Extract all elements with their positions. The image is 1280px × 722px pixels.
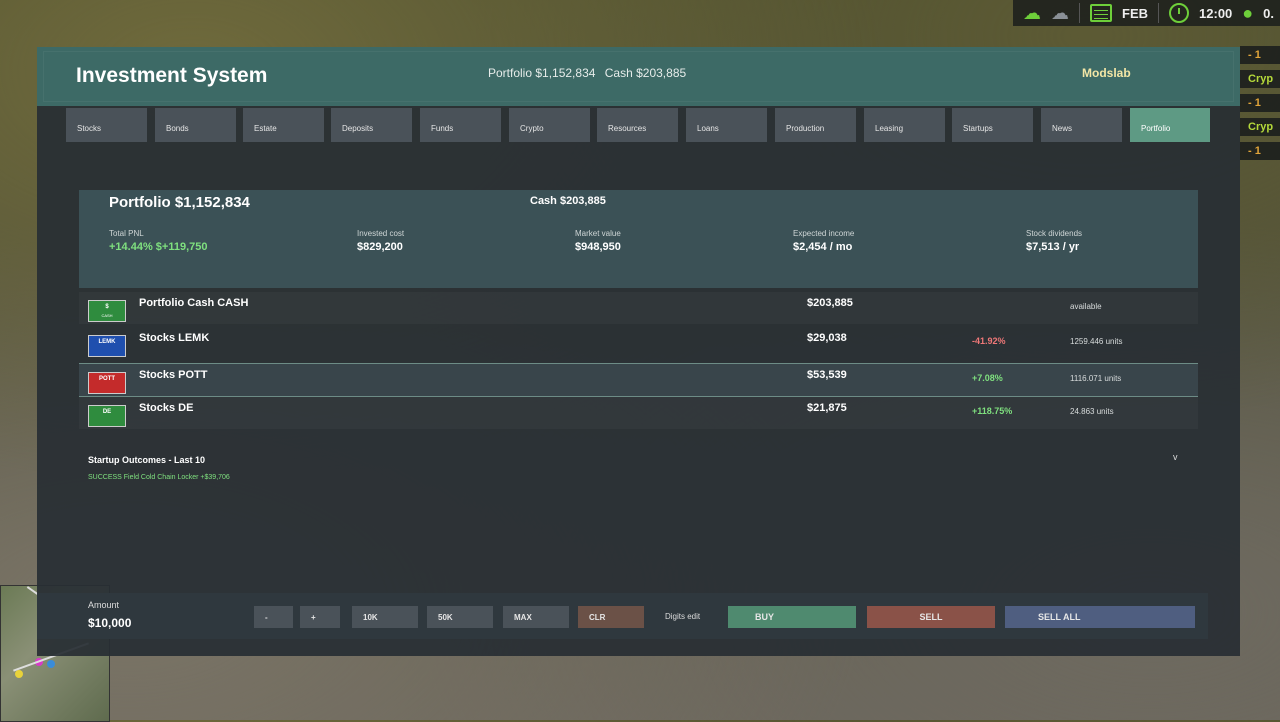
holding-name: Stocks DE bbox=[139, 402, 194, 414]
tab-crypto[interactable]: Crypto bbox=[509, 108, 590, 142]
metric-value: $948,950 bbox=[575, 241, 621, 253]
holding-row[interactable]: LEMK Stocks LEMK $29,038 -41.92% 1259.44… bbox=[79, 327, 1198, 359]
sell-all-button[interactable]: SELL ALL bbox=[1005, 606, 1195, 628]
holding-row[interactable]: $ CASH Portfolio Cash CASH $203,885 avail… bbox=[79, 292, 1198, 324]
metric-label: Expected income bbox=[793, 229, 855, 238]
holding-name: Stocks POTT bbox=[139, 369, 208, 381]
holding-value: $203,885 bbox=[807, 297, 853, 309]
chevron-down-icon[interactable]: v bbox=[1173, 452, 1178, 462]
side-note: Cryp bbox=[1240, 118, 1280, 136]
tab-loans[interactable]: Loans bbox=[686, 108, 767, 142]
metric-total-pnl: Total PNL +14.44% $+119,750 bbox=[109, 229, 207, 253]
buy-button[interactable]: BUY bbox=[728, 606, 856, 628]
holding-change: +7.08% bbox=[972, 373, 1003, 383]
holding-units: 1259.446 units bbox=[1070, 337, 1123, 346]
tab-startups[interactable]: Startups bbox=[952, 108, 1033, 142]
title-bar: Investment System Portfolio $1,152,834 C… bbox=[37, 47, 1240, 106]
digits-edit-label[interactable]: Digits edit bbox=[665, 612, 700, 621]
lemk-logo-icon: LEMK bbox=[88, 335, 126, 357]
metric-value: $7,513 / yr bbox=[1026, 241, 1080, 253]
brand-label: Modslab bbox=[1082, 66, 1131, 80]
metric-expected-income: Expected income $2,454 / mo bbox=[793, 229, 854, 253]
minimap-marker-icon bbox=[35, 658, 43, 666]
metric-value: $829,200 bbox=[357, 241, 403, 253]
tab-bonds[interactable]: Bonds bbox=[155, 108, 236, 142]
summary-title: Portfolio $1,152,834 bbox=[109, 194, 250, 211]
weather-forecast-icon: ☁ bbox=[1051, 3, 1070, 23]
metric-market-value: Market value $948,950 bbox=[575, 229, 621, 253]
side-note: - 1 bbox=[1240, 46, 1280, 64]
metric-label: Total PNL bbox=[109, 229, 144, 238]
holding-value: $29,038 bbox=[807, 332, 847, 344]
holding-name: Stocks LEMK bbox=[139, 332, 210, 344]
summary-cash: Cash $203,885 bbox=[530, 195, 606, 207]
de-logo-icon: DE bbox=[88, 405, 126, 427]
holding-value: $53,539 bbox=[807, 369, 847, 381]
tab-stocks[interactable]: Stocks bbox=[66, 108, 147, 142]
metric-value: +14.44% $+119,750 bbox=[109, 241, 208, 253]
speed-icon: ● bbox=[1242, 3, 1254, 23]
side-notifications: - 1 Cryp - 1 Cryp - 1 bbox=[1240, 40, 1280, 166]
side-note: - 1 bbox=[1240, 142, 1280, 160]
startup-outcome-item: SUCCESS Field Cold Chain Locker +$39,706 bbox=[88, 474, 230, 481]
portfolio-summary: Portfolio $1,152,834 Cash $203,885 Total… bbox=[79, 190, 1198, 288]
holding-units: available bbox=[1070, 302, 1102, 311]
hud-bar: ☁ ☁ FEB 12:00 ● 0. bbox=[1013, 0, 1280, 26]
tab-funds[interactable]: Funds bbox=[420, 108, 501, 142]
holding-row-selected[interactable]: POTT Stocks POTT $53,539 +7.08% 1116.071… bbox=[79, 363, 1198, 397]
tab-deposits[interactable]: Deposits bbox=[331, 108, 412, 142]
holding-units: 1116.071 units bbox=[1070, 374, 1122, 383]
startup-outcomes-title: Startup Outcomes - Last 10 bbox=[88, 455, 206, 465]
minimap-marker-icon bbox=[15, 670, 23, 678]
title-cash-value: Cash $203,885 bbox=[604, 66, 687, 80]
amount-label: Amount bbox=[88, 600, 120, 610]
holding-change: -41.92% bbox=[972, 336, 1006, 346]
clear-button[interactable]: CLR bbox=[578, 606, 644, 628]
metric-stock-dividends: Stock dividends $7,513 / yr bbox=[1026, 229, 1082, 253]
tab-production[interactable]: Production bbox=[775, 108, 856, 142]
tab-leasing[interactable]: Leasing bbox=[864, 108, 945, 142]
metric-label: Stock dividends bbox=[1026, 229, 1083, 238]
holding-units: 24.863 units bbox=[1070, 407, 1114, 416]
hud-time: 12:00 bbox=[1199, 5, 1233, 21]
cloud-icon: ☁ bbox=[1023, 3, 1042, 23]
sell-button[interactable]: SELL bbox=[867, 606, 995, 628]
metric-label: Market value bbox=[575, 229, 621, 238]
holding-change: +118.75% bbox=[972, 406, 1013, 416]
metric-label: Invested cost bbox=[357, 229, 405, 238]
hud-extra: 0. bbox=[1263, 5, 1274, 21]
holding-name: Portfolio Cash CASH bbox=[139, 297, 249, 309]
holding-value: $21,875 bbox=[807, 402, 847, 414]
tab-news[interactable]: News bbox=[1041, 108, 1122, 142]
app-title: Investment System bbox=[76, 64, 268, 87]
tab-portfolio[interactable]: Portfolio bbox=[1130, 108, 1210, 142]
title-portfolio-value: Portfolio $1,152,834 bbox=[488, 66, 596, 80]
tab-resources[interactable]: Resources bbox=[597, 108, 678, 142]
side-note: Cryp bbox=[1240, 70, 1280, 88]
clock-icon bbox=[1169, 3, 1190, 23]
pott-logo-icon: POTT bbox=[88, 372, 126, 394]
tab-estate[interactable]: Estate bbox=[243, 108, 324, 142]
metric-value: $2,454 / mo bbox=[793, 241, 853, 253]
hud-divider bbox=[1158, 3, 1160, 23]
investment-window: Investment System Portfolio $1,152,834 C… bbox=[37, 47, 1240, 656]
calendar-icon bbox=[1090, 4, 1113, 22]
minimap-marker-icon bbox=[47, 660, 55, 668]
cash-logo-icon: $ CASH bbox=[88, 300, 126, 322]
decrease-button[interactable]: - bbox=[254, 606, 293, 628]
side-note: - 1 bbox=[1240, 94, 1280, 112]
holding-row[interactable]: DE Stocks DE $21,875 +118.75% 24.863 uni… bbox=[79, 397, 1198, 429]
metric-invested-cost: Invested cost $829,200 bbox=[357, 229, 404, 253]
amount-max-button[interactable]: MAX bbox=[503, 606, 569, 628]
hud-divider bbox=[1079, 3, 1081, 23]
amount-value[interactable]: $10,000 bbox=[88, 616, 131, 630]
hud-month: FEB bbox=[1122, 5, 1149, 21]
title-summary: Portfolio $1,152,834 Cash $203,885 bbox=[488, 66, 692, 80]
amount-50k-button[interactable]: 50K bbox=[427, 606, 493, 628]
increase-button[interactable]: + bbox=[300, 606, 340, 628]
trade-bar: Amount $10,000 - + 10K 50K MAX CLR Digit… bbox=[37, 593, 1208, 639]
amount-10k-button[interactable]: 10K bbox=[352, 606, 418, 628]
